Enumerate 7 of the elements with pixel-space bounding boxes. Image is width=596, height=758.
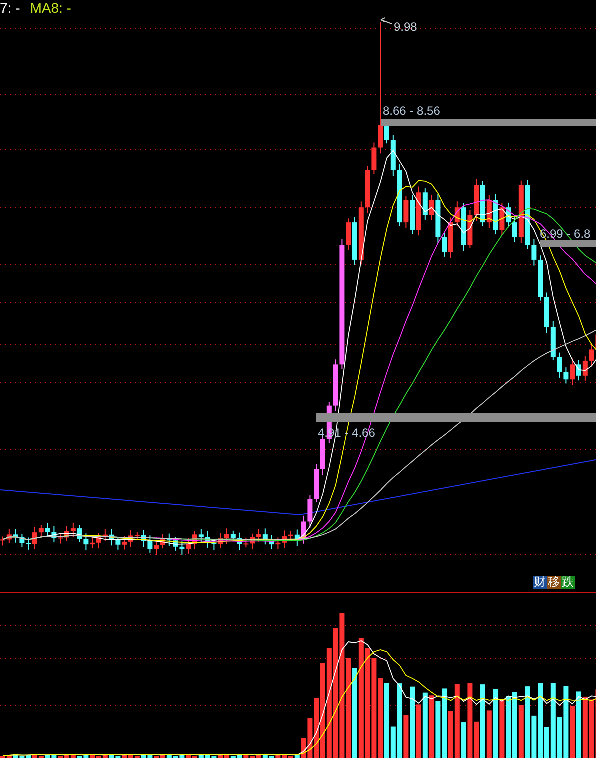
indicator-label: MA8: -	[30, 0, 72, 16]
signal-tag: 跌	[561, 576, 575, 589]
indicator-label: 7: -	[0, 0, 20, 16]
price-label: 9.98	[394, 20, 418, 34]
price-label: 8.66 - 8.56	[383, 104, 440, 118]
signal-tag: 财	[533, 576, 547, 589]
signal-tag: 移	[547, 576, 561, 589]
